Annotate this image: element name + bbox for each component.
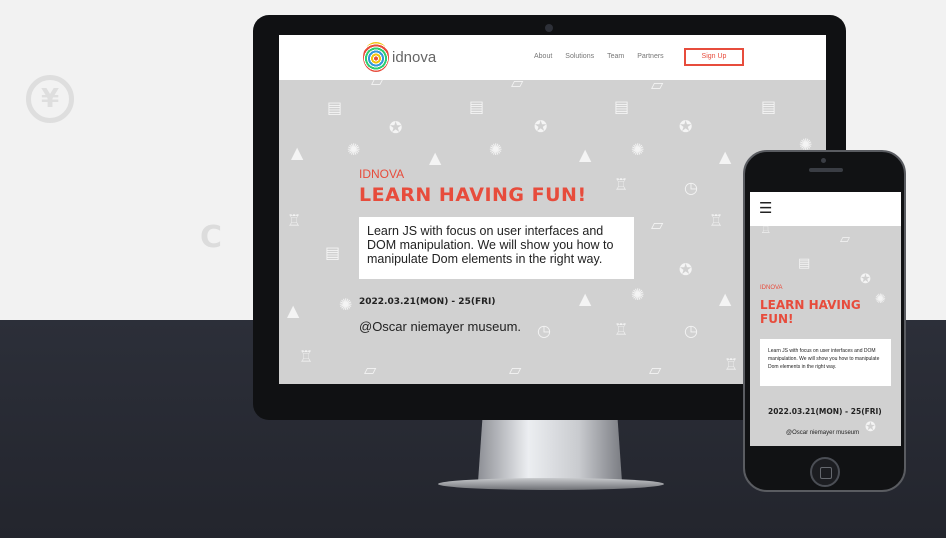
- award-ribbon-icon: ✪: [679, 117, 693, 136]
- hero-description: Learn JS with focus on user interfaces a…: [359, 217, 634, 279]
- graduation-cap-icon: ▲: [429, 148, 442, 167]
- clipboard-icon: ▤: [761, 97, 777, 116]
- event-date: 2022.03.21(MON) - 25(FRI): [359, 297, 496, 307]
- clipboard-icon: ▤: [798, 256, 811, 271]
- nav-link-solutions[interactable]: Solutions: [565, 53, 594, 60]
- trophy-icon: ♖: [614, 175, 629, 194]
- award-ribbon-icon: ✪: [679, 260, 693, 279]
- yen-coin-icon: ¥: [26, 75, 74, 123]
- book-icon: ▱: [651, 215, 664, 234]
- c-letter-icon: C: [200, 220, 223, 255]
- trophy-icon: ♖: [709, 211, 724, 230]
- top-navigation: idnova About Solutions Team Partners Sig…: [279, 35, 826, 80]
- book-icon: ▱: [649, 360, 662, 379]
- clipboard-icon: ▤: [614, 97, 630, 116]
- book-icon: ▱: [364, 360, 377, 379]
- signup-button[interactable]: Sign Up: [684, 48, 744, 66]
- trophy-icon: ♖: [299, 347, 314, 366]
- clock-icon: ◷: [684, 178, 698, 197]
- graduation-cap-icon: ▲: [579, 289, 592, 308]
- light-bulb-icon: ✺: [347, 140, 361, 159]
- brand-name: idnova: [392, 48, 437, 66]
- award-ribbon-icon: ✪: [860, 272, 871, 287]
- light-bulb-icon: ✺: [631, 285, 645, 304]
- graduation-cap-icon: ▲: [287, 301, 300, 320]
- clock-icon: ◷: [537, 321, 551, 340]
- clipboard-icon: ▤: [325, 243, 341, 262]
- trophy-icon: ♖: [724, 355, 739, 374]
- clock-icon: ◷: [684, 321, 698, 340]
- graduation-cap-icon: ▲: [719, 147, 732, 166]
- book-icon: ▱: [509, 360, 522, 379]
- phone-home-button[interactable]: [810, 457, 840, 487]
- light-bulb-icon: ✺: [489, 140, 503, 159]
- graduation-cap-icon: ▲: [719, 289, 732, 308]
- hero-eyebrow: IDNOVA: [359, 167, 405, 181]
- mobile-hero-eyebrow: IDNOVA: [760, 285, 783, 291]
- monitor-stand-base: [438, 478, 664, 490]
- award-ribbon-icon: ✪: [389, 118, 403, 137]
- phone-camera: [821, 158, 826, 163]
- clipboard-icon: ▤: [469, 97, 485, 116]
- nav-links: About Solutions Team Partners: [534, 53, 664, 60]
- trophy-icon: ♖: [287, 211, 302, 230]
- mobile-hero-title: LEARN HAVING FUN!: [760, 298, 861, 326]
- hamburger-menu-icon[interactable]: ☰: [759, 199, 772, 217]
- nav-link-about[interactable]: About: [534, 53, 552, 60]
- webcam: [545, 24, 553, 32]
- fingerprint-logo-icon: [363, 42, 389, 72]
- mobile-hero-description: Learn JS with focus on user interfaces a…: [760, 339, 891, 386]
- brand-logo[interactable]: idnova: [363, 42, 436, 72]
- mobile-event-location: @Oscar niemayer museum: [786, 430, 860, 436]
- hero-title: LEARN HAVING FUN!: [359, 184, 587, 206]
- light-bulb-icon: ✺: [631, 140, 645, 159]
- light-bulb-icon: ✺: [339, 295, 353, 314]
- graduation-cap-icon: ▲: [579, 145, 592, 164]
- mobile-screen: ♖ ▤ ▱ ✪ ✺ ▱ ✪ ☰ IDNOVA LEARN HAVING FUN!…: [750, 192, 901, 446]
- trophy-icon: ♖: [614, 320, 629, 339]
- award-ribbon-icon: ✪: [865, 420, 876, 435]
- nav-link-team[interactable]: Team: [607, 53, 624, 60]
- graduation-cap-icon: ▲: [291, 143, 304, 162]
- nav-link-partners[interactable]: Partners: [637, 53, 663, 60]
- award-ribbon-icon: ✪: [534, 117, 548, 136]
- mobile-event-date: 2022.03.21(MON) - 25(FRI): [768, 407, 882, 416]
- phone-speaker: [809, 168, 843, 172]
- event-location: @Oscar niemayer museum.: [359, 319, 522, 334]
- clipboard-icon: ▤: [327, 98, 343, 117]
- mobile-navigation: ☰: [750, 192, 901, 226]
- monitor-stand: [478, 420, 622, 482]
- book-icon: ▱: [840, 232, 850, 247]
